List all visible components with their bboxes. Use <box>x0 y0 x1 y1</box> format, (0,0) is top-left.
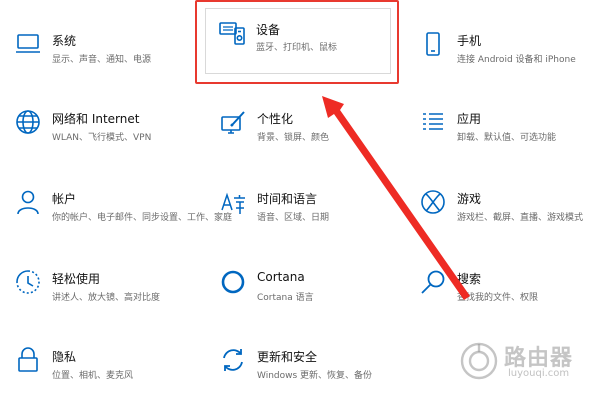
tile-personalization[interactable]: 个性化 背景、锁屏、颜色 <box>205 92 395 162</box>
tile-title: 设备 <box>256 23 281 37</box>
laptop-icon <box>14 30 42 58</box>
tile-time-language[interactable]: 时间和语言 语音、区域、日期 <box>205 172 395 242</box>
apps-list-icon <box>419 108 447 136</box>
tile-title: 时间和语言 <box>257 192 318 206</box>
tile-apps[interactable]: 应用 卸载、默认值、可选功能 <box>405 92 595 162</box>
tile-update-security[interactable]: 更新和安全 Windows 更新、恢复、备份 <box>205 330 395 400</box>
tile-ease-of-access[interactable]: 轻松使用 讲述人、放大镜、高对比度 <box>0 252 190 322</box>
tile-description: 背景、锁屏、颜色 <box>257 133 330 143</box>
tile-title: 轻松使用 <box>52 272 101 286</box>
tile-gaming[interactable]: 游戏 游戏栏、截屏、直播、游戏模式 <box>405 172 595 242</box>
tile-title: 隐私 <box>52 350 77 364</box>
tile-description: 查找我的文件、权限 <box>457 293 539 303</box>
search-icon <box>419 268 447 296</box>
watermark-url: luyouqi.com <box>508 368 570 379</box>
xbox-icon <box>419 188 447 216</box>
tile-title: 应用 <box>457 112 482 126</box>
tile-privacy[interactable]: 隐私 位置、相机、麦克风 <box>0 330 190 400</box>
refresh-icon <box>219 346 247 374</box>
tile-title: 系统 <box>52 34 77 48</box>
tile-description: Windows 更新、恢复、备份 <box>257 371 373 381</box>
cortana-icon <box>219 268 247 296</box>
tile-title: 手机 <box>457 34 482 48</box>
tile-description: 卸载、默认值、可选功能 <box>457 133 557 143</box>
tile-system[interactable]: 系统 显示、声音、通知、电源 <box>0 14 190 84</box>
tile-description: 游戏栏、截屏、直播、游戏模式 <box>457 213 584 223</box>
time-language-icon <box>219 188 247 216</box>
tile-cortana[interactable]: Cortana Cortana 语言 <box>205 252 395 322</box>
person-icon <box>14 188 42 216</box>
tile-title: 个性化 <box>257 112 294 126</box>
ease-of-access-icon <box>14 268 42 296</box>
tile-title: 更新和安全 <box>257 350 318 364</box>
tile-title: 搜索 <box>457 272 482 286</box>
phone-icon <box>419 30 447 58</box>
tile-description: 位置、相机、麦克风 <box>52 371 134 381</box>
lock-icon <box>14 346 42 374</box>
globe-icon <box>14 108 42 136</box>
tile-description: 显示、声音、通知、电源 <box>52 55 152 65</box>
watermark: 路由器 luyouqi.com <box>460 336 592 388</box>
tile-description: 语音、区域、日期 <box>257 213 330 223</box>
tile-description: 连接 Android 设备和 iPhone <box>457 55 576 65</box>
tile-description: 讲述人、放大镜、高对比度 <box>52 293 161 303</box>
tile-phone[interactable]: 手机 连接 Android 设备和 iPhone <box>405 14 595 84</box>
tile-network[interactable]: 网络和 Internet WLAN、飞行模式、VPN <box>0 92 190 162</box>
devices-icon <box>218 19 246 47</box>
tile-description: Cortana 语言 <box>257 293 314 303</box>
router-logo-icon <box>460 342 498 380</box>
tile-title: Cortana <box>257 270 305 284</box>
tile-search[interactable]: 搜索 查找我的文件、权限 <box>405 252 595 322</box>
tile-devices[interactable]: 设备 蓝牙、打印机、鼠标 <box>205 8 391 74</box>
tile-description: 蓝牙、打印机、鼠标 <box>256 43 338 53</box>
tile-description: WLAN、飞行模式、VPN <box>52 133 152 143</box>
tile-accounts[interactable]: 帐户 你的帐户、电子邮件、同步设置、工作、家庭 <box>0 172 232 242</box>
tile-title: 网络和 Internet <box>52 112 140 126</box>
paint-icon <box>219 108 247 136</box>
tile-title: 游戏 <box>457 192 482 206</box>
tile-title: 帐户 <box>52 192 77 206</box>
